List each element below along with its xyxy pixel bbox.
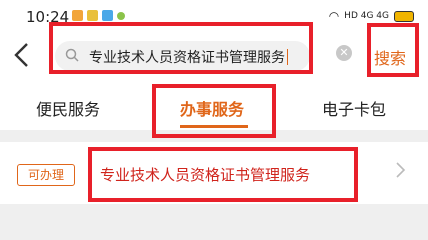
back-arrow-icon[interactable] bbox=[12, 40, 38, 74]
wifi-icon: ◠ bbox=[328, 9, 340, 23]
highlight-box bbox=[88, 147, 358, 202]
highlight-box bbox=[49, 22, 313, 74]
system-icons: ◠ HD 4G 4G bbox=[329, 9, 414, 23]
notification-icons bbox=[72, 10, 125, 21]
app-notification-icon bbox=[117, 12, 125, 20]
chevron-right-icon bbox=[394, 160, 406, 185]
status-badge: 可办理 bbox=[17, 164, 75, 186]
app-notification-icon bbox=[72, 10, 83, 21]
tab-e-card[interactable]: 电子卡包 bbox=[322, 96, 386, 120]
app-notification-icon bbox=[102, 10, 113, 21]
highlight-box bbox=[367, 23, 419, 77]
clear-icon[interactable]: ✕ bbox=[336, 45, 352, 61]
signal-text: HD 4G 4G bbox=[344, 11, 389, 21]
battery-icon bbox=[394, 10, 414, 22]
highlight-box bbox=[152, 84, 276, 138]
tab-convenience[interactable]: 便民服务 bbox=[36, 96, 100, 120]
app-notification-icon bbox=[87, 10, 98, 21]
